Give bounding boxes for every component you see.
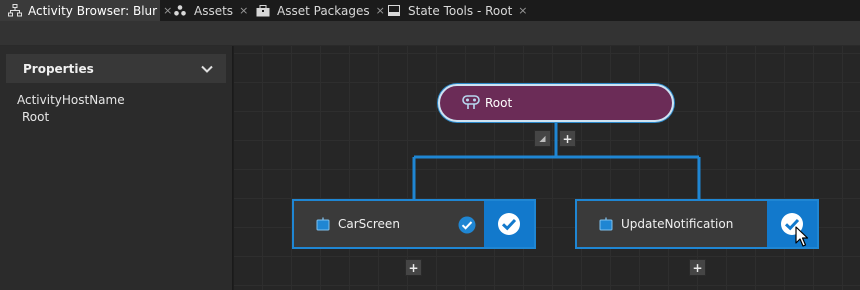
child-node-carscreen[interactable]: CarScreen <box>292 199 536 249</box>
child-node-updatenotification[interactable]: UpdateNotification <box>575 199 819 249</box>
tab-state-tools[interactable]: State Tools - Root × <box>378 0 534 21</box>
window-icon <box>386 3 402 19</box>
toggle-check-button[interactable] <box>484 201 534 247</box>
tab-asset-packages[interactable]: Asset Packages × <box>247 0 391 21</box>
tab-label: Activity Browser: Blur <box>28 3 158 18</box>
mouse-cursor-icon <box>795 226 809 247</box>
collapse-button[interactable]: ◢ <box>534 130 551 147</box>
tab-activity-browser[interactable]: Activity Browser: Blur × <box>0 0 172 21</box>
chevron-down-icon[interactable] <box>200 62 214 76</box>
tab-bar: Activity Browser: Blur × Assets × Asset … <box>0 0 860 21</box>
root-node-label: Root <box>485 96 513 110</box>
check-circle-icon <box>498 213 520 235</box>
property-label: ActivityHostName <box>17 93 125 107</box>
hierarchy-icon <box>8 3 22 19</box>
activity-node-icon <box>462 95 480 111</box>
child-node-label: CarScreen <box>338 217 400 231</box>
property-value[interactable]: Root <box>22 110 49 124</box>
properties-panel: Properties ActivityHostName Root <box>0 46 233 290</box>
add-child-button[interactable]: + <box>559 130 576 147</box>
root-node[interactable]: Root <box>438 84 674 122</box>
screen-icon <box>599 217 613 231</box>
package-icon <box>255 3 271 19</box>
tab-assets[interactable]: Assets × <box>164 0 254 21</box>
tab-label: State Tools - Root <box>408 3 513 18</box>
graph-canvas[interactable] <box>234 46 860 290</box>
toggle-check-button[interactable] <box>767 201 817 247</box>
tab-label: Assets <box>194 3 234 18</box>
close-icon[interactable]: × <box>518 4 527 17</box>
checkmark-icon[interactable] <box>458 216 476 234</box>
properties-title: Properties <box>23 61 94 76</box>
toolbar <box>0 21 860 46</box>
properties-header[interactable]: Properties <box>6 54 226 83</box>
add-child-button[interactable]: + <box>405 259 422 276</box>
tab-label: Asset Packages <box>277 3 370 18</box>
add-child-button[interactable]: + <box>689 259 706 276</box>
child-node-label: UpdateNotification <box>621 217 734 231</box>
screen-icon <box>316 217 330 231</box>
assets-icon <box>172 3 188 19</box>
